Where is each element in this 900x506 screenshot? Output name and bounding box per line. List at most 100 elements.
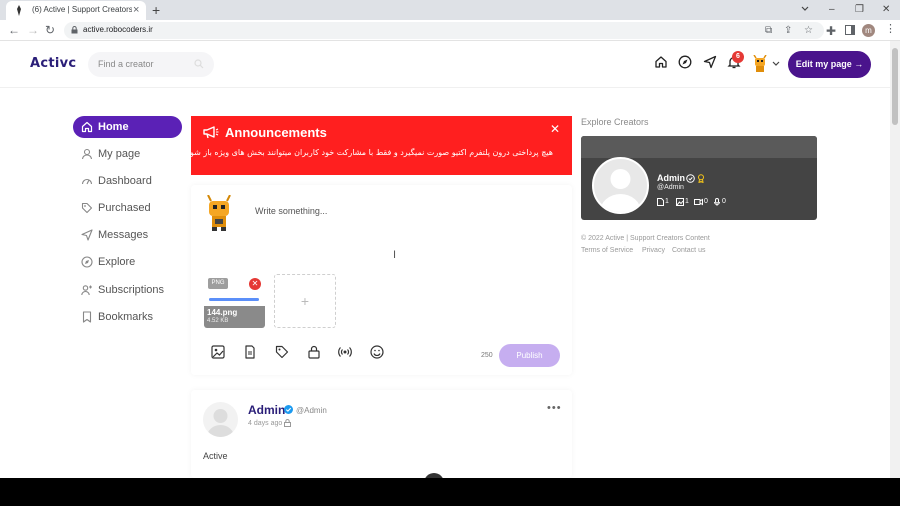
- megaphone-icon: [203, 126, 219, 139]
- upload-progress-fill: [209, 298, 259, 301]
- remove-file-icon[interactable]: ✕: [249, 278, 261, 290]
- address-bar[interactable]: active.robocoders.ir ⧉ ⇪ ☆: [64, 22, 824, 39]
- new-tab-icon[interactable]: +: [152, 2, 160, 18]
- lock-icon: [284, 419, 291, 427]
- creator-badges: [686, 174, 706, 183]
- nav-item-explore[interactable]: Explore: [73, 251, 182, 273]
- image-icon[interactable]: [211, 345, 225, 359]
- close-icon[interactable]: ✕: [550, 123, 560, 135]
- copyright-text: © 2022 Active | Support Creators Content: [581, 235, 710, 242]
- open-external-icon[interactable]: ⧉: [765, 25, 772, 36]
- search-placeholder: Find a creator: [98, 59, 154, 69]
- nav-item-my-page[interactable]: My page: [73, 143, 182, 165]
- file-size: 4.52 KB: [207, 318, 229, 324]
- creator-name[interactable]: Admin: [657, 173, 685, 183]
- minimize-icon[interactable]: –: [829, 4, 835, 16]
- broadcast-icon[interactable]: [338, 345, 352, 359]
- user-avatar[interactable]: [752, 55, 768, 73]
- videos-count: 0: [704, 198, 708, 205]
- lock-icon: [71, 26, 78, 34]
- reload-icon[interactable]: ↻: [45, 23, 55, 37]
- text-cursor-icon: I: [393, 249, 397, 261]
- home-icon: [81, 121, 93, 133]
- post-text-input[interactable]: Write something...: [255, 206, 327, 216]
- creator-search-input[interactable]: Find a creator: [88, 52, 214, 77]
- compass-icon: [81, 256, 93, 268]
- search-icon[interactable]: [194, 59, 204, 69]
- bookmark-icon: [81, 311, 93, 323]
- send-icon[interactable]: [703, 55, 717, 69]
- post-author-avatar[interactable]: [203, 402, 238, 437]
- chevron-down-icon[interactable]: [772, 61, 780, 67]
- dashboard-icon: [81, 175, 93, 187]
- forward-icon[interactable]: →: [27, 23, 39, 37]
- scrollbar-thumb[interactable]: [892, 48, 898, 125]
- nav-item-bookmarks[interactable]: Bookmarks: [73, 306, 182, 328]
- site-logo[interactable]: Activc: [30, 56, 76, 71]
- window-close-icon[interactable]: ✕: [882, 4, 890, 16]
- add-media-button[interactable]: +: [274, 274, 336, 328]
- back-icon[interactable]: ←: [8, 23, 20, 37]
- post-author-name[interactable]: Admin: [248, 403, 285, 417]
- tag-icon: [81, 202, 93, 214]
- posts-icon: [657, 198, 664, 206]
- announcement-message: هیچ پرداختی درون پلتفرم اکتیو صورت نمیگی…: [183, 148, 553, 157]
- emoji-icon[interactable]: [370, 345, 384, 359]
- nav-label: Purchased: [98, 202, 151, 214]
- file-info: 144.png 4.52 KB: [204, 306, 265, 328]
- profile-avatar[interactable]: m: [862, 24, 875, 37]
- notification-badge: 6: [732, 51, 744, 63]
- audio-count: 0: [722, 198, 726, 205]
- nav-item-dashboard[interactable]: Dashboard: [73, 170, 182, 192]
- nav-item-home[interactable]: Home: [73, 116, 182, 138]
- browser-tab[interactable]: (6) Active | Support Creators Con ×: [6, 1, 146, 20]
- nav-label: Home: [98, 121, 129, 133]
- upload-progress-bar: [209, 298, 259, 301]
- images-icon: [676, 198, 684, 206]
- posts-count: 1: [665, 198, 669, 205]
- announcement-title: Announcements: [225, 125, 327, 140]
- lock-icon[interactable]: [307, 345, 321, 359]
- more-options-icon[interactable]: •••: [547, 402, 562, 414]
- contact-link[interactable]: Contact us: [672, 247, 705, 254]
- tab-close-icon[interactable]: ×: [133, 4, 139, 16]
- side-panel-icon[interactable]: [845, 25, 855, 35]
- audio-icon: [714, 198, 720, 206]
- nav-label: Bookmarks: [98, 311, 154, 323]
- home-icon[interactable]: [654, 55, 668, 69]
- publish-button[interactable]: Publish: [499, 344, 560, 367]
- site-favicon-icon: [14, 5, 24, 16]
- file-icon[interactable]: [243, 345, 257, 359]
- edit-my-page-button[interactable]: Edit my page →: [788, 51, 871, 78]
- maximize-icon[interactable]: ❐: [855, 4, 864, 16]
- nav-item-purchased[interactable]: Purchased: [73, 197, 182, 219]
- privacy-link[interactable]: Privacy: [642, 247, 665, 254]
- nav-item-subscriptions[interactable]: Subscriptions: [73, 279, 182, 301]
- user-icon: [81, 148, 93, 160]
- explore-creators-title: Explore Creators: [581, 117, 649, 127]
- price-tag-icon[interactable]: [275, 345, 289, 359]
- browser-menu-icon[interactable]: ⋮: [885, 23, 896, 36]
- nav-label: My page: [98, 148, 141, 160]
- tab-title: (6) Active | Support Creators Con: [32, 5, 132, 14]
- nav-label: Messages: [98, 229, 149, 241]
- file-name: 144.png: [207, 308, 238, 317]
- character-count: 250: [481, 352, 493, 359]
- post-author-handle[interactable]: @Admin: [296, 406, 327, 415]
- creator-cover: [581, 136, 817, 158]
- videos-icon: [694, 198, 703, 206]
- extensions-icon[interactable]: ✚: [826, 24, 836, 38]
- terms-link[interactable]: Terms of Service: [581, 247, 633, 254]
- announcement-banner: Announcements ✕ هیچ پرداختی درون پلتفرم …: [183, 116, 572, 175]
- compass-icon[interactable]: [678, 55, 692, 69]
- file-type-tag: PNG: [208, 278, 228, 289]
- star-icon[interactable]: ☆: [804, 25, 813, 36]
- os-taskbar: [0, 478, 900, 506]
- tab-search-icon[interactable]: [800, 3, 810, 13]
- nav-item-messages[interactable]: Messages: [73, 224, 182, 246]
- compose-avatar: [203, 195, 235, 231]
- url-text: active.robocoders.ir: [83, 25, 153, 34]
- creator-avatar[interactable]: [592, 157, 649, 214]
- share-icon[interactable]: ⇪: [784, 25, 792, 36]
- post-body: Active: [203, 451, 228, 461]
